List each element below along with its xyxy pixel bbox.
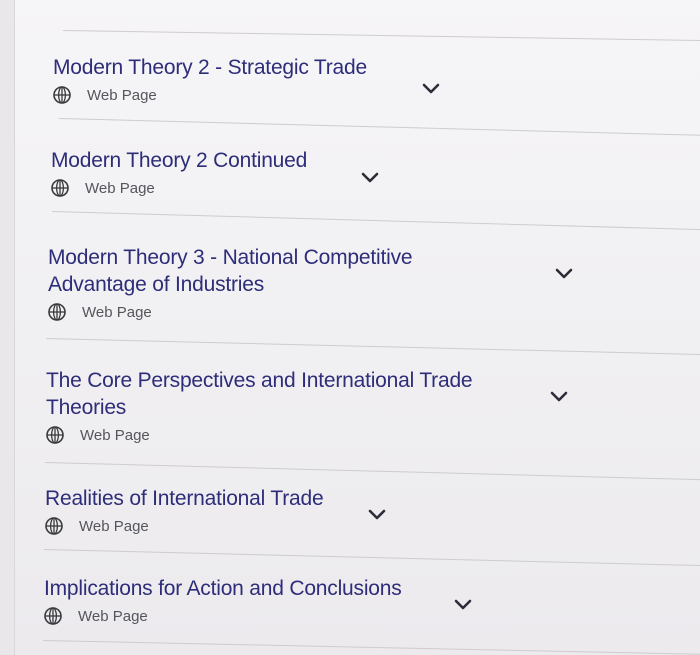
item-type-label: Web Page [78,607,148,625]
list-item[interactable]: Modern Theory 2 Continued Web Page [51,147,491,197]
list-item[interactable]: Modern Theory 3 - National Competitive A… [48,244,488,321]
chevron-down-icon[interactable] [550,391,568,403]
item-title-link[interactable]: Implications for Action and Conclusions [44,575,484,602]
globe-icon [53,86,71,104]
globe-icon [48,303,66,321]
divider [58,118,700,136]
item-title-link[interactable]: The Core Perspectives and International … [46,367,516,421]
item-meta: Web Page [48,303,488,321]
item-meta: Web Page [44,607,484,625]
item-title-link[interactable]: Modern Theory 2 - Strategic Trade [53,54,493,81]
item-type-label: Web Page [80,426,150,444]
divider [42,640,700,655]
item-type-label: Web Page [79,517,149,535]
divider [62,30,700,42]
chevron-down-icon[interactable] [368,509,386,521]
divider [43,549,700,567]
list-item[interactable]: Modern Theory 2 - Strategic Trade Web Pa… [53,54,493,104]
content-list: Modern Theory 2 - Strategic Trade Web Pa… [14,0,700,655]
divider [45,338,700,356]
chevron-down-icon[interactable] [422,83,440,95]
list-item[interactable]: Implications for Action and Conclusions … [44,575,484,625]
globe-icon [46,426,64,444]
list-item[interactable]: The Core Perspectives and International … [46,367,516,444]
item-title-link[interactable]: Modern Theory 3 - National Competitive A… [48,244,488,298]
chevron-down-icon[interactable] [454,599,472,611]
globe-icon [44,607,62,625]
item-meta: Web Page [51,179,491,197]
list-item[interactable]: Realities of International Trade Web Pag… [45,485,485,535]
item-type-label: Web Page [85,179,155,197]
chevron-down-icon[interactable] [361,172,379,184]
globe-icon [51,179,69,197]
item-meta: Web Page [46,426,516,444]
chevron-down-icon[interactable] [555,268,573,280]
globe-icon [45,517,63,535]
item-title-link[interactable]: Realities of International Trade [45,485,485,512]
divider [51,211,700,231]
divider [44,462,700,481]
item-type-label: Web Page [82,303,152,321]
item-type-label: Web Page [87,86,157,104]
item-meta: Web Page [45,517,485,535]
item-title-link[interactable]: Modern Theory 2 Continued [51,147,491,174]
